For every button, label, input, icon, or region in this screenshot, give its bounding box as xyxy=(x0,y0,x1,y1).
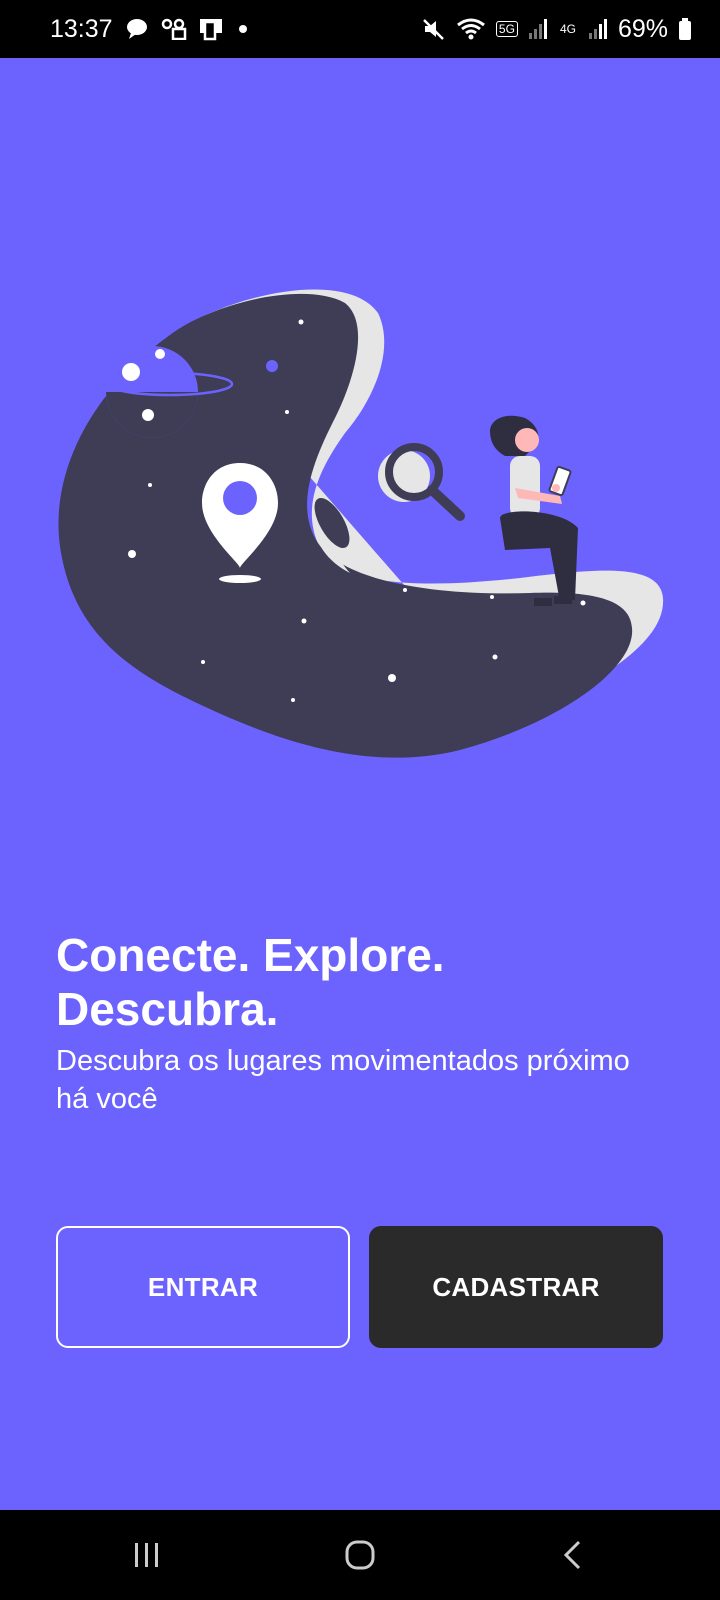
onboarding-headline: Conecte. Explore. Descubra. xyxy=(56,929,445,1035)
screen-icon xyxy=(199,17,225,41)
mute-icon xyxy=(422,17,446,41)
hero-illustration xyxy=(0,58,720,878)
chat-icon xyxy=(125,18,149,40)
network-4g-label: 4G xyxy=(559,22,576,36)
home-button[interactable] xyxy=(315,1520,405,1590)
wifi-icon xyxy=(456,17,486,41)
signup-button[interactable]: CADASTRAR xyxy=(369,1226,663,1348)
home-icon xyxy=(345,1540,375,1570)
recents-button[interactable] xyxy=(102,1520,192,1590)
battery-icon xyxy=(678,17,692,41)
back-button[interactable] xyxy=(528,1520,618,1590)
login-button[interactable]: ENTRAR xyxy=(56,1226,350,1348)
magnifier-icon xyxy=(378,443,465,521)
voicemail-icon xyxy=(161,18,187,40)
signal-icon xyxy=(528,18,548,40)
onboarding-screen: 13:37 5G 4G 69% Conecte. Explore. Descub… xyxy=(0,0,720,1600)
battery-percent: 69% xyxy=(617,14,668,43)
dot-icon xyxy=(237,23,249,35)
recents-icon xyxy=(134,1543,158,1567)
status-bar: 13:37 5G 4G 69% xyxy=(0,0,720,58)
back-icon xyxy=(564,1540,581,1570)
status-time: 13:37 xyxy=(50,14,113,43)
onboarding-subtitle: Descubra os lugares movimentados próximo… xyxy=(56,1045,630,1115)
network-5g-label: 5G xyxy=(495,21,518,37)
signal-icon-2 xyxy=(588,18,608,40)
navigation-bar xyxy=(0,1510,720,1600)
